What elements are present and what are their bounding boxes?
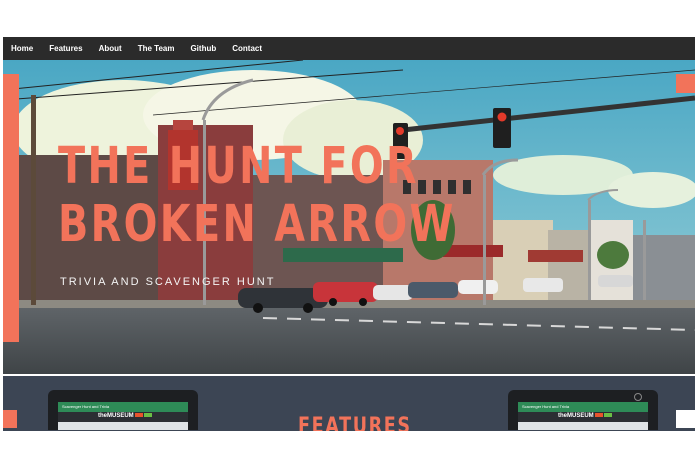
top-navbar: Home Features About The Team Github Cont… xyxy=(3,37,695,60)
features-section: Scavenger Hunt and Trivia theMUSEUM FEAT… xyxy=(3,376,695,431)
camera-icon xyxy=(634,393,642,401)
nav-about-link[interactable]: About xyxy=(99,44,122,53)
tablet-screen-left: Scavenger Hunt and Trivia theMUSEUM xyxy=(58,402,188,430)
nav-team-link[interactable]: The Team xyxy=(138,44,175,53)
nav-features-link[interactable]: Features xyxy=(49,44,82,53)
tablet-screenshot-right: Scavenger Hunt and Trivia theMUSEUM xyxy=(508,390,658,430)
accent-square-right xyxy=(676,74,695,93)
hero-subtitle: TRIVIA AND SCAVENGER HUNT xyxy=(60,276,276,288)
accent-square-bottom-left xyxy=(3,410,17,428)
tablet-logo-band-right: theMUSEUM xyxy=(518,412,648,422)
tablet-screenshot-left: Scavenger Hunt and Trivia theMUSEUM xyxy=(48,390,198,430)
accent-bar-left xyxy=(3,74,19,342)
museum-logo-left: theMUSEUM xyxy=(98,413,152,419)
nav-github-link[interactable]: Github xyxy=(190,44,216,53)
museum-logo-right: theMUSEUM xyxy=(558,413,612,419)
hero-title-line-1: THE HUNT FOR xyxy=(58,137,420,196)
hero-title-line-2: BROKEN ARROW xyxy=(58,195,456,254)
tablet-screen-right: Scavenger Hunt and Trivia theMUSEUM xyxy=(518,402,648,430)
nav-contact-link[interactable]: Contact xyxy=(232,44,262,53)
features-heading: FEATURES xyxy=(298,414,412,431)
tablet-app-header-left: Scavenger Hunt and Trivia xyxy=(58,402,188,412)
hero-section: THE HUNT FOR BROKEN ARROW TRIVIA AND SCA… xyxy=(3,60,695,374)
tablet-app-header-right: Scavenger Hunt and Trivia xyxy=(518,402,648,412)
tablet-logo-band-left: theMUSEUM xyxy=(58,412,188,422)
hero-title: THE HUNT FOR BROKEN ARROW xyxy=(58,138,456,254)
nav-home-link[interactable]: Home xyxy=(11,44,33,53)
accent-square-bottom-right xyxy=(676,410,695,428)
